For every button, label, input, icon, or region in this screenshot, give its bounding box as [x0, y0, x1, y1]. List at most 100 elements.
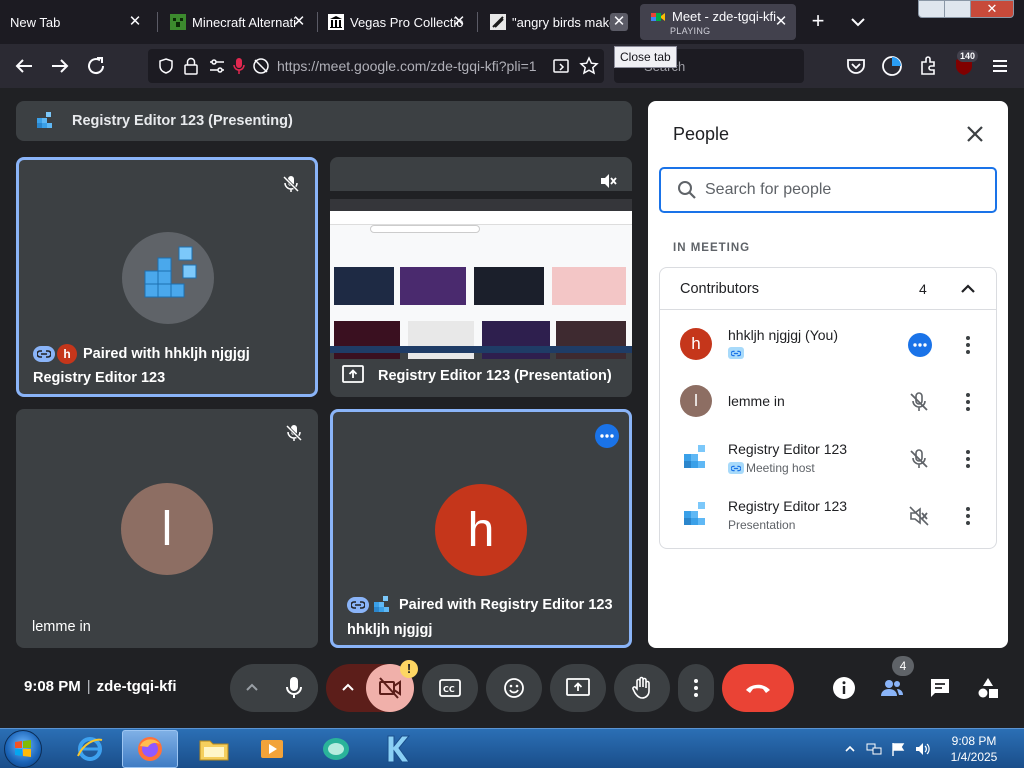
meeting-control-bar: 9:08 PM | zde-tgqi-kfi CC — [0, 656, 1024, 720]
forward-icon[interactable] — [48, 54, 72, 78]
volume-icon[interactable] — [914, 741, 930, 757]
tab-new-tab[interactable]: New Tab ✕ — [0, 4, 150, 40]
paired-text: Paired with hhkljh njgjgj — [83, 346, 250, 362]
more-options-icon[interactable] — [595, 424, 619, 448]
captions-button[interactable]: CC — [422, 664, 478, 712]
participant-name: lemme in — [728, 393, 785, 409]
people-icon[interactable] — [880, 676, 904, 700]
mic-in-use-icon[interactable] — [232, 57, 246, 75]
chevron-up-icon[interactable] — [958, 279, 978, 299]
hang-up-icon — [746, 684, 770, 693]
more-options-button[interactable] — [678, 664, 714, 712]
shield-icon[interactable] — [157, 57, 175, 75]
window-close-button[interactable]: ✕ — [970, 0, 1014, 18]
pocket-icon[interactable] — [844, 54, 868, 78]
chevron-up-icon[interactable] — [340, 680, 356, 696]
close-icon[interactable]: ✕ — [450, 13, 468, 31]
windows-taskbar: 9:08 PM 1/4/2025 — [0, 728, 1024, 768]
museum-favicon-icon — [328, 14, 344, 30]
close-icon[interactable]: ✕ — [772, 13, 790, 31]
close-icon[interactable]: ✕ — [126, 13, 144, 31]
presenting-banner[interactable]: Registry Editor 123 (Presenting) — [16, 101, 632, 141]
taskbar-firefox[interactable] — [122, 730, 178, 768]
tab-angry-birds[interactable]: "angry birds make ✕ — [480, 4, 634, 40]
participant-row[interactable]: Registry Editor 123 Presentation — [660, 487, 996, 543]
tab-google-meet[interactable]: Meet - zde-tgqi-kfi PLAYING ✕ — [640, 4, 796, 40]
minecraft-favicon-icon — [170, 14, 186, 30]
start-button[interactable] — [4, 730, 42, 768]
participant-tile-registry-editor[interactable]: h Paired with hhkljh njgjgj Registry Edi… — [16, 157, 318, 397]
permissions-icon[interactable] — [208, 58, 226, 74]
participant-name: lemme in — [32, 619, 91, 635]
url-bar[interactable]: https://meet.google.com/zde-tgqi-kfi?pli… — [148, 49, 604, 83]
action-center-flag-icon[interactable] — [890, 741, 906, 757]
closed-captions-icon: CC — [439, 679, 461, 697]
menu-icon[interactable] — [988, 54, 1012, 78]
participant-row[interactable]: l lemme in — [660, 373, 996, 429]
participant-tile-presentation[interactable]: Registry Editor 123 (Presentation) — [330, 157, 632, 397]
paired-indicator: h Paired with hhkljh njgjgj — [33, 344, 250, 364]
taskbar-explorer[interactable] — [186, 730, 242, 768]
chevron-up-icon[interactable] — [244, 680, 260, 696]
url-text[interactable]: https://meet.google.com/zde-tgqi-kfi?pli… — [277, 58, 545, 74]
close-icon[interactable] — [964, 123, 986, 145]
taskbar-k-app[interactable] — [370, 730, 426, 768]
mic-off-icon — [910, 449, 928, 468]
close-icon[interactable]: ✕ — [290, 13, 308, 31]
camera-blocked-icon[interactable] — [252, 57, 270, 75]
meeting-code: zde-tgqi-kfi — [96, 678, 177, 695]
registry-editor-icon — [144, 246, 197, 298]
people-search-box[interactable] — [659, 167, 997, 213]
back-icon[interactable] — [12, 54, 36, 78]
contributors-group: Contributors 4 h hhkljh njgjgj (You) l l… — [659, 267, 997, 549]
emoji-reactions-button[interactable] — [486, 664, 542, 712]
participant-tile-lemme-in[interactable]: l lemme in — [16, 409, 318, 648]
chevron-down-icon[interactable] — [848, 12, 868, 32]
tray-expand-icon[interactable] — [844, 741, 856, 757]
bookmark-star-icon[interactable] — [579, 56, 599, 76]
kebab-menu-icon[interactable] — [960, 334, 976, 356]
present-button[interactable] — [550, 664, 606, 712]
more-options-icon[interactable] — [908, 333, 932, 357]
registry-editor-avatar — [122, 232, 214, 324]
participant-row[interactable]: Registry Editor 123 Meeting host — [660, 430, 996, 486]
taskbar-app[interactable] — [308, 730, 364, 768]
kebab-menu-icon[interactable] — [960, 391, 976, 413]
group-label: Contributors — [680, 281, 759, 297]
tab-vegas-pro[interactable]: Vegas Pro Collectio ✕ — [318, 4, 474, 40]
mic-button[interactable] — [270, 664, 318, 712]
activities-icon[interactable] — [976, 676, 1000, 700]
taskbar-internet-explorer[interactable] — [62, 730, 118, 768]
raise-hand-button[interactable] — [614, 664, 670, 712]
taskbar-media-player[interactable] — [244, 730, 300, 768]
system-clock[interactable]: 9:08 PM 1/4/2025 — [944, 733, 1004, 765]
meeting-info-icon[interactable] — [832, 676, 856, 700]
browser-tab-bar: New Tab ✕ Minecraft Alternati ✕ Vegas Pr… — [0, 0, 1024, 44]
participant-avatar: l — [121, 483, 213, 575]
search-icon — [678, 181, 696, 199]
minimize-button[interactable] — [918, 0, 945, 18]
maximize-button[interactable] — [944, 0, 971, 18]
kebab-menu-icon[interactable] — [960, 448, 976, 470]
account-icon[interactable] — [880, 54, 904, 78]
extensions-icon[interactable] — [916, 54, 940, 78]
participant-row[interactable]: h hhkljh njgjgj (You) — [660, 316, 996, 372]
network-icon[interactable] — [866, 741, 882, 757]
browser-nav-bar: https://meet.google.com/zde-tgqi-kfi?pli… — [0, 44, 1024, 88]
participant-tile-self[interactable]: h Paired with Registry Editor 123 hhkljh… — [330, 409, 632, 648]
reader-view-icon[interactable] — [552, 57, 570, 75]
participant-name: Registry Editor 123 — [728, 498, 848, 514]
close-icon[interactable]: ✕ — [610, 13, 628, 31]
kebab-menu-icon[interactable] — [960, 505, 976, 527]
new-tab-button[interactable]: + — [806, 10, 830, 34]
lock-icon[interactable] — [183, 57, 199, 75]
leave-call-button[interactable] — [722, 664, 794, 712]
people-count-badge: 4 — [892, 656, 914, 676]
chat-icon[interactable] — [928, 676, 952, 700]
contributors-header[interactable]: Contributors 4 — [660, 268, 996, 310]
tab-minecraft[interactable]: Minecraft Alternati ✕ — [160, 4, 314, 40]
clock-date: 1/4/2025 — [950, 750, 998, 764]
registry-editor-icon — [37, 112, 52, 128]
search-input[interactable] — [705, 178, 975, 202]
reload-icon[interactable] — [84, 54, 108, 78]
